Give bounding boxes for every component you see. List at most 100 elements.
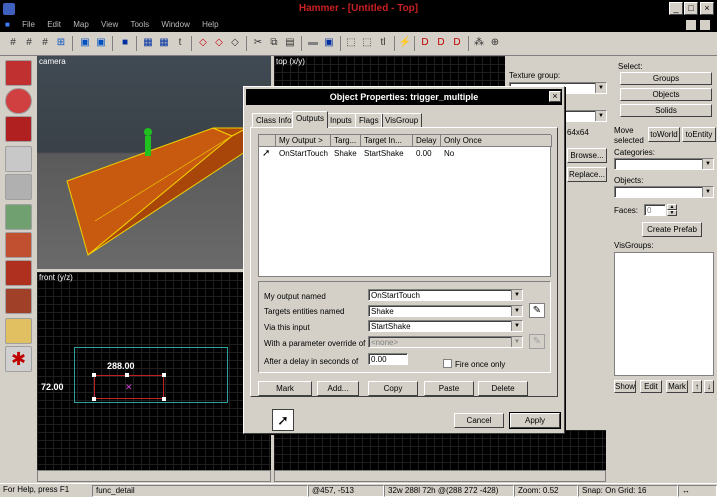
tab-visgroup[interactable]: VisGroup [381,113,423,127]
front-viewport[interactable]: front (y/z) 288.00 72.00 ✕ [37,272,271,470]
tl-icon[interactable]: tl [376,36,390,50]
menu-map[interactable]: Map [68,18,94,32]
objects-button[interactable]: Objects [620,88,712,101]
group-icon[interactable]: ▦ [141,36,155,50]
table-row[interactable]: ➚ OnStartTouch Shake StartShake 0.00 No [259,148,550,160]
to-entity-button[interactable]: toEntity [682,127,716,142]
menu-view[interactable]: View [96,18,123,32]
vertex-tool-icon[interactable]: ✱ [5,346,32,372]
texture-lock-icon[interactable]: ⬚ [360,36,374,50]
eyedropper-icon[interactable]: ✎ [529,303,545,318]
ignore-groups-icon[interactable]: t [173,36,187,50]
dropdown-arrow-icon[interactable]: ▼ [511,321,522,331]
copy-icon[interactable]: ⧉ [267,36,281,50]
grid-dots-icon[interactable]: ⊞ [54,36,68,50]
faces-spin-down-icon[interactable]: ▼ [667,210,677,216]
check-problems-icon[interactable]: D [434,36,448,50]
output-named-select[interactable]: OnStartTouch ▼ [368,289,523,301]
entity-tool-icon[interactable] [5,146,32,172]
groups-button[interactable]: Groups [620,72,712,85]
categories-select[interactable]: ▼ [614,158,714,170]
show-button[interactable]: Show [614,380,636,393]
dialog-close-icon[interactable]: × [549,91,561,102]
browse-button[interactable]: Browse... [567,148,607,163]
via-input-select[interactable]: StartShake ▼ [368,320,523,332]
delay-input[interactable]: 0.00 [368,353,408,365]
col-target-input[interactable]: Target In... [361,135,413,147]
col-my-output[interactable]: My Output > [276,135,331,147]
move-down-icon[interactable]: ↓ [704,380,714,393]
cancel-button[interactable]: Cancel [454,413,504,428]
tab-inputs[interactable]: Inputs [326,113,356,127]
col-delay[interactable]: Delay [413,135,441,147]
add-button[interactable]: Add... [317,381,359,396]
handle-tm[interactable] [125,373,129,377]
compile-icon[interactable]: ⚡ [398,36,412,50]
doc-minimize-icon[interactable] [686,20,696,30]
dropdown-arrow-icon[interactable]: ▼ [511,337,522,347]
entity-report-icon[interactable]: D [418,36,432,50]
handle-br[interactable] [162,397,166,401]
side-viewport[interactable] [274,430,606,470]
front-hscroll[interactable] [37,470,271,482]
paste-button[interactable]: Paste [424,381,474,396]
magnify-tool-icon[interactable] [5,88,32,114]
show-icon[interactable]: ◇ [212,36,226,50]
delete-button[interactable]: Delete [478,381,528,396]
camera-icon[interactable]: ■ [118,36,132,50]
decal-tool-icon[interactable] [5,260,32,286]
handle-tr[interactable] [162,373,166,377]
grid-smaller-icon[interactable]: # [22,36,36,50]
block-tool-icon[interactable] [5,174,32,200]
grid-toggle-icon[interactable]: # [6,36,20,50]
targets-select[interactable]: Shake ▼ [368,305,523,317]
clip-tool-icon[interactable] [5,318,32,344]
to-world-button[interactable]: toWorld [648,127,680,142]
create-prefab-button[interactable]: Create Prefab [642,222,702,237]
tab-flags[interactable]: Flags [355,113,383,127]
col-only-once[interactable]: Only Once [441,135,552,147]
param-select[interactable]: <none> ▼ [368,336,523,348]
map-info-icon[interactable]: D [450,36,464,50]
param-eyedropper-icon[interactable]: ✎ [529,334,545,349]
mark-button[interactable]: Mark [258,381,312,396]
mark-visgroup-button[interactable]: Mark [666,380,688,393]
apply-texture-icon[interactable] [5,232,32,258]
close-icon[interactable]: × [700,2,714,15]
menu-window[interactable]: Window [156,18,194,32]
display-icon[interactable]: ◇ [228,36,242,50]
menu-tools[interactable]: Tools [125,18,154,32]
side-hscroll[interactable] [274,470,606,482]
ungroup-icon[interactable]: ▦ [157,36,171,50]
edit-button[interactable]: Edit [640,380,662,393]
outputs-list[interactable]: My Output > Targ... Target In... Delay O… [258,134,552,277]
apply-button[interactable]: Apply [510,413,560,428]
radius-icon[interactable]: ⊕ [488,36,502,50]
tab-class-info[interactable]: Class Info [252,113,296,127]
replace-button[interactable]: Replace... [567,167,607,182]
faces-input[interactable]: 0 [644,204,666,216]
maximize-icon[interactable]: □ [684,2,698,15]
hollow-icon[interactable]: ▣ [322,36,336,50]
solids-button[interactable]: Solids [620,104,712,117]
visgroups-list[interactable] [614,252,714,376]
handle-bl[interactable] [92,397,96,401]
load-window-icon[interactable]: ▣ [78,36,92,50]
menu-file[interactable]: File [17,18,40,32]
hide-icon[interactable]: ◇ [196,36,210,50]
menu-help[interactable]: Help [197,18,223,32]
camera-viewport[interactable]: camera [37,56,271,269]
copy-button[interactable]: Copy [368,381,418,396]
save-window-icon[interactable]: ▣ [94,36,108,50]
paste-icon[interactable]: ▤ [283,36,297,50]
objects-select[interactable]: ▼ [614,186,714,198]
camera-tool-icon[interactable] [5,116,32,142]
col-target[interactable]: Targ... [331,135,361,147]
doc-icon[interactable]: ■ [0,18,15,32]
select-box-icon[interactable]: ⬚ [344,36,358,50]
grid-larger-icon[interactable]: # [38,36,52,50]
fire-once-checkbox[interactable] [443,359,452,368]
helpers-icon[interactable]: ⁂ [472,36,486,50]
minimize-icon[interactable]: _ [669,2,683,15]
tab-outputs[interactable]: Outputs [292,111,329,128]
